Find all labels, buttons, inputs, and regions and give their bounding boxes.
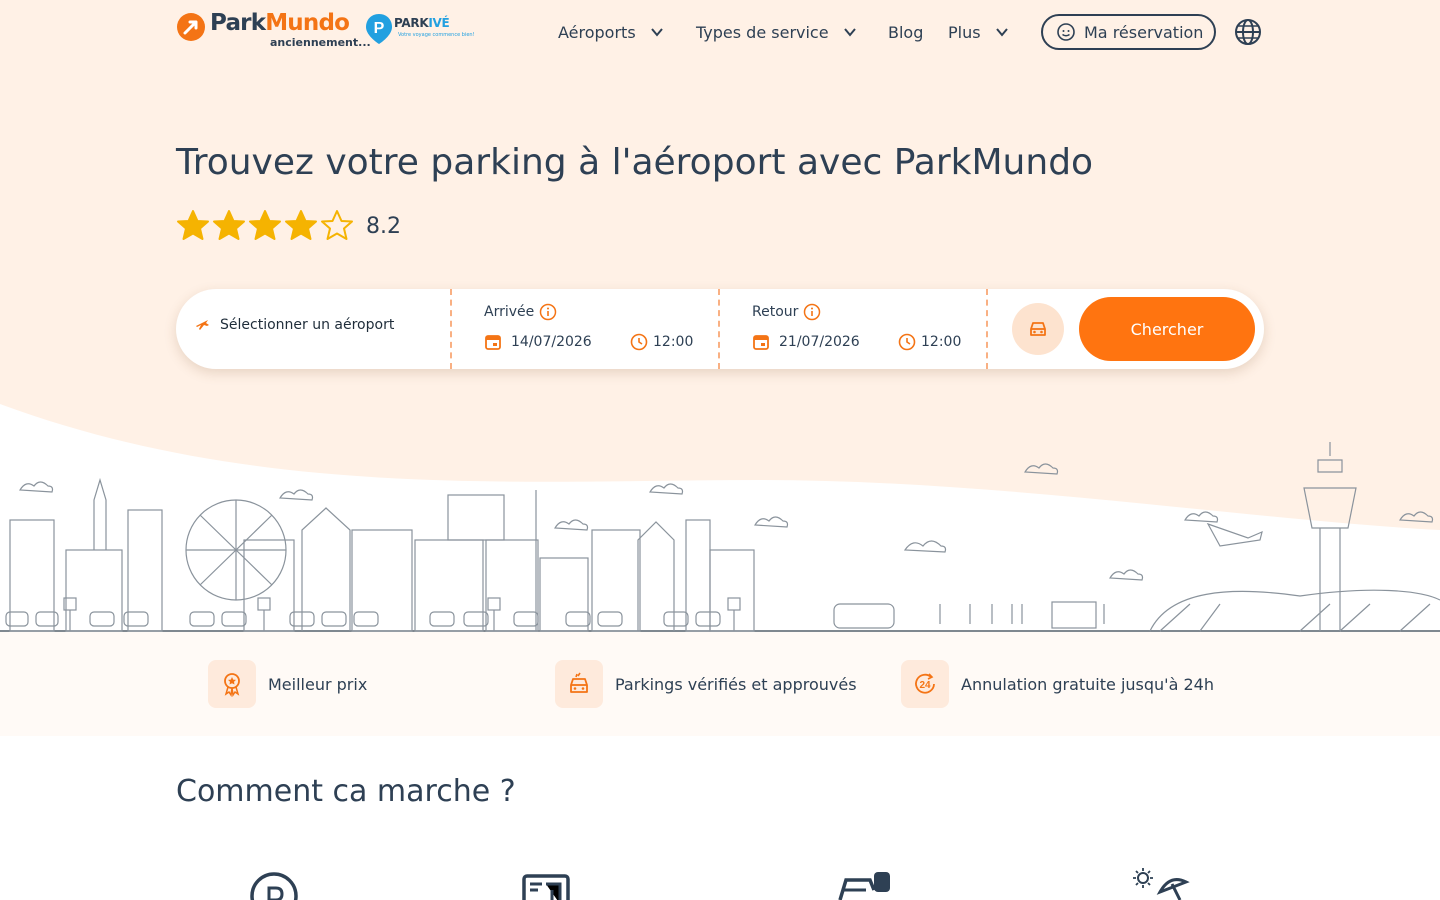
return-date[interactable]: 21/07/2026 bbox=[752, 333, 860, 351]
rating: 8.2 bbox=[176, 208, 401, 244]
site-header: ParkMundo anciennement... P PARKIVÉ Votr… bbox=[0, 0, 1440, 64]
chevron-down-icon bbox=[843, 28, 856, 37]
chevron-down-icon bbox=[650, 28, 663, 37]
car-key-icon bbox=[838, 872, 890, 900]
parkmundo-logo-icon bbox=[177, 13, 205, 41]
calendar-icon bbox=[753, 335, 769, 350]
parkive-wordmark: PARKIVÉ bbox=[394, 16, 450, 30]
star-filled-icon bbox=[285, 210, 317, 240]
feature-label: Parkings vérifiés et approuvés bbox=[615, 674, 857, 694]
airport-select-placeholder: Sélectionner un aéroport bbox=[220, 317, 395, 333]
return-field[interactable]: Retour 21/07/2026 12:00 bbox=[718, 289, 986, 369]
verified-car-icon bbox=[570, 672, 588, 693]
parkmundo-logo[interactable]: ParkMundo anciennement... bbox=[176, 10, 371, 50]
feature-badge bbox=[208, 660, 256, 708]
chevron-down-icon bbox=[995, 28, 1008, 37]
return-time-value: 12:00 bbox=[921, 334, 962, 350]
rating-value: 8.2 bbox=[366, 213, 401, 239]
nav-label: Blog bbox=[888, 22, 924, 42]
my-reservation-button[interactable]: Ma réservation bbox=[1041, 14, 1216, 50]
vehicle-segment bbox=[986, 289, 1076, 369]
feature-badge: 24 bbox=[901, 660, 949, 708]
car-icon bbox=[1030, 322, 1046, 336]
award-ribbon-icon bbox=[224, 673, 240, 697]
svg-text:P: P bbox=[374, 20, 385, 37]
arrival-label: Arrivée bbox=[484, 304, 535, 320]
return-label: Retour bbox=[752, 304, 799, 320]
star-filled-icon bbox=[177, 210, 209, 240]
feature-free-cancellation: 24 Annulation gratuite jusqu'à 24h bbox=[901, 660, 1214, 708]
airport-select[interactable]: Sélectionner un aéroport bbox=[176, 289, 450, 369]
city-skyline-illustration bbox=[0, 404, 1440, 632]
return-date-value: 21/07/2026 bbox=[779, 334, 860, 350]
star-filled-icon bbox=[249, 210, 281, 240]
clock-icon bbox=[898, 333, 916, 351]
feature-best-price: Meilleur prix bbox=[208, 660, 367, 708]
nav-label: Types de service bbox=[696, 22, 829, 42]
clock-icon bbox=[630, 333, 648, 351]
beach-sun-icon bbox=[1133, 868, 1190, 900]
globe-icon[interactable] bbox=[1233, 17, 1263, 47]
page-title: Trouvez votre parking à l'aéroport avec … bbox=[176, 142, 1094, 183]
user-face-icon bbox=[1057, 23, 1075, 41]
24h-icon: 24 bbox=[915, 673, 935, 694]
search-button[interactable]: Chercher bbox=[1079, 297, 1255, 361]
feature-badge bbox=[555, 660, 603, 708]
arrival-time-value: 12:00 bbox=[653, 334, 694, 350]
features-strip: Meilleur prix Parkings vérifiés et appro… bbox=[0, 632, 1440, 736]
calendar-icon bbox=[485, 335, 501, 350]
my-reservation-label: Ma réservation bbox=[1084, 22, 1204, 42]
arrival-field[interactable]: Arrivée 14/07/2026 12:00 bbox=[450, 289, 718, 369]
logo-wordmark: ParkMundo bbox=[210, 10, 350, 36]
feature-verified-parkings: Parkings vérifiés et approuvés bbox=[555, 660, 857, 708]
nav-plus[interactable]: Plus bbox=[948, 16, 1009, 48]
logo-subtitle: anciennement... bbox=[270, 36, 371, 49]
comparison-icon bbox=[522, 874, 570, 900]
arrival-date[interactable]: 14/07/2026 bbox=[484, 333, 592, 351]
nav-label: Aéroports bbox=[558, 22, 636, 42]
arrival-time[interactable]: 12:00 bbox=[630, 333, 693, 351]
parkive-tagline: Votre voyage commence bien! bbox=[398, 32, 475, 38]
parkive-pin-icon: P bbox=[366, 14, 392, 44]
info-icon[interactable] bbox=[803, 303, 821, 321]
star-empty-icon bbox=[321, 210, 353, 240]
parkive-logo: P PARKIVÉ Votre voyage commence bien! bbox=[364, 10, 475, 50]
nav-types-de-service[interactable]: Types de service bbox=[696, 16, 857, 48]
nav-aeroports[interactable]: Aéroports bbox=[558, 16, 664, 48]
feature-label: Meilleur prix bbox=[268, 674, 368, 694]
svg-text:24: 24 bbox=[919, 680, 931, 691]
star-filled-icon bbox=[213, 210, 245, 240]
return-time[interactable]: 12:00 bbox=[898, 333, 961, 351]
search-bar: Sélectionner un aéroport Arrivée 14/07/2… bbox=[176, 289, 1264, 369]
info-icon[interactable] bbox=[539, 303, 557, 321]
arrival-date-value: 14/07/2026 bbox=[511, 334, 592, 350]
nav-blog[interactable]: Blog bbox=[888, 16, 923, 48]
vehicle-type-button[interactable] bbox=[1012, 303, 1064, 355]
plane-icon bbox=[196, 320, 209, 330]
how-it-works-title: Comment ca marche ? bbox=[176, 774, 516, 809]
feature-label: Annulation gratuite jusqu'à 24h bbox=[961, 674, 1214, 694]
rating-stars bbox=[176, 209, 356, 243]
parking-icon bbox=[250, 872, 298, 900]
nav-label: Plus bbox=[948, 22, 981, 42]
